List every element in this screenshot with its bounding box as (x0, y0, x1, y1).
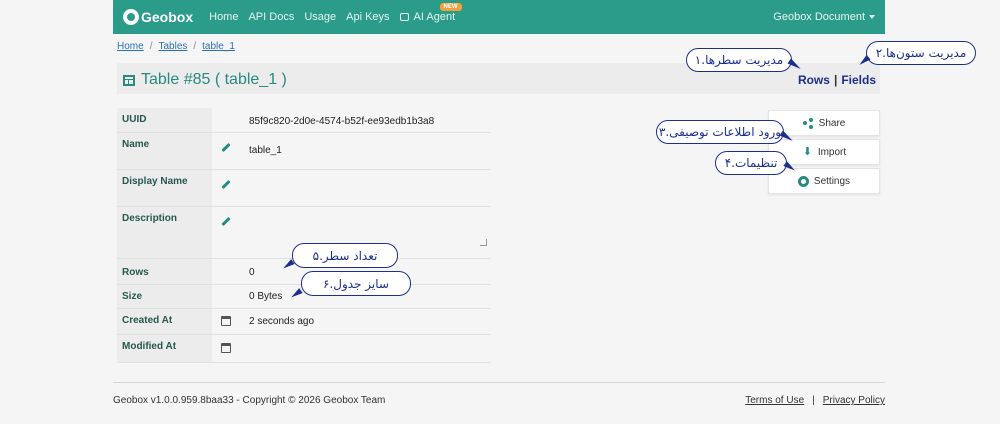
rows-label: Rows (117, 259, 212, 284)
property-row-uuid: UUID 85f9c820-2d0e-4574-b52f-ee93edb1b3a… (117, 108, 491, 133)
robot-icon (399, 13, 409, 21)
settings-button[interactable]: Settings (768, 168, 880, 194)
callout-import-text: ۳.ورود اطلاعات توصیفی (658, 125, 782, 139)
breadcrumb-tables[interactable]: Tables (158, 41, 187, 52)
callout-row-count: ۵.تعداد سطر (292, 243, 398, 268)
callout-settings: ۴.تنظیمات (715, 151, 787, 175)
calendar-icon (221, 343, 231, 353)
header-links: Rows | Fields (798, 73, 876, 87)
callout-rows-text: ۱.مدیریت سطرها (694, 53, 784, 67)
terms-link[interactable]: Terms of Use (745, 395, 804, 406)
nav-api-keys[interactable]: Api Keys (346, 11, 389, 23)
breadcrumb: Home / Tables / table_1 (117, 41, 235, 52)
calendar-button (220, 342, 232, 354)
share-label: Share (818, 117, 846, 129)
settings-label: Settings (813, 175, 851, 187)
documentation-dropdown[interactable]: Geobox Document (773, 11, 875, 23)
property-row-name: Name table_1 (117, 133, 491, 170)
callout-row-count-text: ۵.تعداد سطر (312, 248, 378, 263)
display-name-label: Display Name (117, 170, 212, 206)
page-title: Table #85 ( table_1 ) (123, 71, 287, 89)
pencil-icon (221, 179, 231, 190)
breadcrumb-table[interactable]: table_1 (202, 41, 235, 52)
size-label: Size (117, 285, 212, 308)
brand-name: Geobox (141, 9, 194, 25)
calendar-button (220, 315, 232, 327)
brand-logo[interactable]: Geobox (123, 9, 193, 25)
links-separator: | (833, 73, 838, 87)
uuid-label: UUID (117, 108, 212, 132)
edit-display-name-button[interactable] (220, 178, 232, 190)
edit-description-button[interactable] (220, 215, 232, 227)
import-label: Import (817, 146, 847, 158)
modified-label: Modified At (117, 335, 212, 362)
uuid-value: 85f9c820-2d0e-4574-b52f-ee93edb1b3a8 (249, 116, 435, 127)
property-row-created: Created At 2 seconds ago (117, 309, 491, 335)
pencil-icon (221, 216, 231, 227)
edit-name-button[interactable] (220, 141, 232, 153)
top-navbar: Geobox Home API Docs Usage Api Keys AI A… (113, 0, 885, 34)
description-label: Description (117, 207, 212, 258)
share-icon (802, 117, 814, 129)
size-value: 0 Bytes (249, 291, 283, 302)
callout-import: ۳.ورود اطلاعات توصیفی (656, 120, 784, 144)
page-title-text: Table #85 ( table_1 ) (141, 71, 287, 88)
pencil-icon (221, 142, 231, 153)
new-badge: NEW (439, 3, 462, 11)
property-row-display-name: Display Name (117, 170, 491, 207)
documentation-dropdown-label: Geobox Document (773, 11, 865, 23)
breadcrumb-separator: / (193, 41, 197, 52)
nav-api-docs[interactable]: API Docs (248, 11, 294, 23)
created-label: Created At (117, 309, 212, 334)
rows-value: 0 (249, 267, 255, 278)
textarea-resize-handle[interactable] (480, 239, 487, 246)
footer-separator: | (812, 395, 815, 406)
privacy-link[interactable]: Privacy Policy (823, 395, 885, 406)
gear-icon (797, 175, 809, 187)
nav-ai-agent[interactable]: AI Agent NEW (399, 3, 462, 23)
callout-table-size-text: ۶.سایز جدول (323, 276, 389, 291)
nav-usage[interactable]: Usage (304, 11, 336, 23)
rows-link[interactable]: Rows (798, 73, 830, 87)
breadcrumb-separator: / (149, 41, 153, 52)
callout-settings-text: ۴.تنظیمات (724, 156, 778, 170)
fields-link[interactable]: Fields (841, 73, 876, 87)
footer-divider (113, 382, 885, 383)
callout-fields: ۲.مدیریت ستون‌ها (866, 41, 976, 65)
name-value: table_1 (249, 145, 282, 156)
nav-ai-agent-label: AI Agent (413, 11, 456, 23)
geobox-logo-icon (123, 9, 139, 25)
footer-links: Terms of Use | Privacy Policy (745, 395, 885, 406)
created-value: 2 seconds ago (249, 316, 315, 327)
name-label: Name (117, 133, 212, 169)
callout-fields-text: ۲.مدیریت ستون‌ها (875, 46, 967, 60)
nav-home[interactable]: Home (209, 11, 238, 23)
callout-rows: ۱.مدیریت سطرها (686, 48, 792, 72)
table-icon (123, 74, 135, 86)
property-row-modified: Modified At (117, 335, 491, 363)
breadcrumb-home[interactable]: Home (117, 41, 144, 52)
download-icon: ⬇ (802, 145, 812, 158)
calendar-icon (221, 316, 231, 326)
footer-copyright: Geobox v1.0.0.959.8baa33 - Copyright © 2… (113, 395, 386, 406)
chevron-down-icon (869, 15, 875, 19)
callout-table-size: ۶.سایز جدول (301, 271, 411, 296)
